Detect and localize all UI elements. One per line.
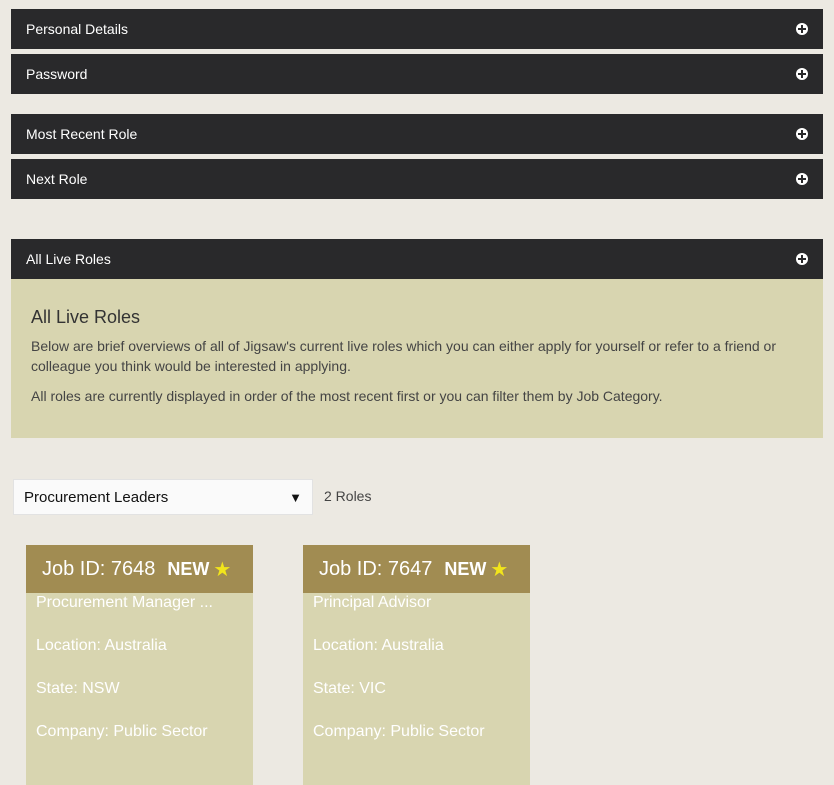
job-card-header: Job ID: 7648 NEW ★ (26, 545, 253, 593)
accordion-title: Personal Details (26, 21, 128, 37)
job-category-select[interactable]: Procurement Leaders ▼ (13, 479, 313, 515)
all-live-roles-panel: All Live Roles Below are brief overviews… (11, 279, 823, 438)
panel-description: Below are brief overviews of all of Jigs… (31, 338, 777, 374)
plus-circle-icon[interactable] (796, 128, 808, 140)
plus-circle-icon[interactable] (796, 23, 808, 35)
job-location: Location: Australia (36, 637, 167, 654)
plus-circle-icon[interactable] (796, 173, 808, 185)
job-company: Company: Public Sector (36, 723, 208, 740)
job-title[interactable]: Principal Advisor (303, 593, 530, 636)
accordion-title: Password (26, 66, 88, 82)
job-id: Job ID: 7648 (42, 557, 156, 580)
job-category-selected: Procurement Leaders (24, 488, 169, 506)
job-company: Company: Public Sector (313, 723, 485, 740)
job-state: State: VIC (313, 680, 386, 697)
accordion-most-recent-role[interactable]: Most Recent Role (11, 114, 823, 154)
job-location: Location: Australia (313, 637, 444, 654)
job-card[interactable]: Job ID: 7647 NEW ★ Principal Advisor Loc… (303, 545, 530, 785)
accordion-next-role[interactable]: Next Role (11, 159, 823, 199)
roles-count: 2 Roles (324, 488, 372, 504)
accordion-title: All Live Roles (26, 251, 111, 267)
accordion-personal-details[interactable]: Personal Details (11, 9, 823, 49)
new-badge: NEW (167, 558, 210, 579)
job-card[interactable]: Job ID: 7648 NEW ★ Procurement Manager .… (26, 545, 253, 785)
new-badge: NEW (444, 558, 487, 579)
star-icon: ★ (490, 558, 509, 581)
job-id: Job ID: 7647 (319, 557, 433, 580)
panel-heading: All Live Roles (31, 307, 141, 327)
job-title[interactable]: Procurement Manager ... (26, 593, 253, 636)
accordion-all-live-roles[interactable]: All Live Roles (11, 239, 823, 279)
job-state: State: NSW (36, 680, 120, 697)
plus-circle-icon[interactable] (796, 253, 808, 265)
accordion-title: Most Recent Role (26, 126, 138, 142)
accordion-password[interactable]: Password (11, 54, 823, 94)
panel-filter-note: All roles are currently displayed in ord… (31, 388, 663, 404)
job-card-header: Job ID: 7647 NEW ★ (303, 545, 530, 593)
accordion-title: Next Role (26, 171, 88, 187)
caret-down-icon: ▼ (289, 489, 302, 505)
star-icon: ★ (213, 558, 232, 581)
plus-circle-icon[interactable] (796, 68, 808, 80)
